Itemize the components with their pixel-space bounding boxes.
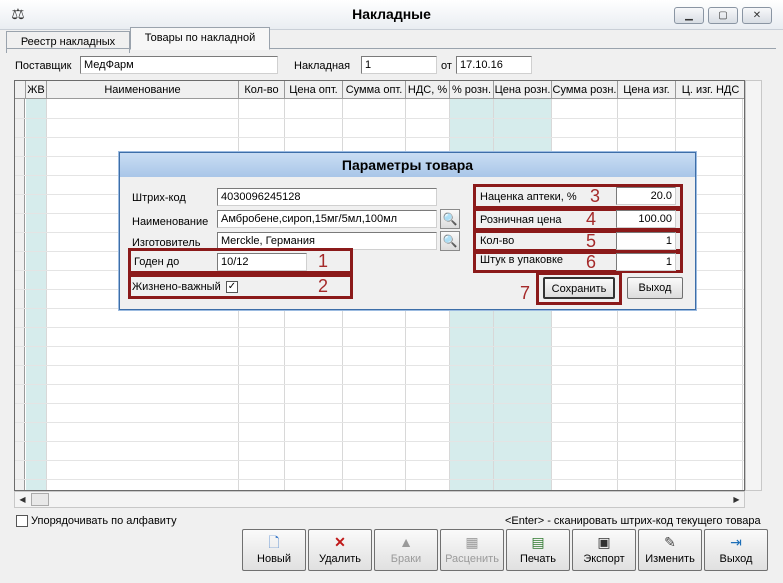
vital-checkbox[interactable]: ✓ xyxy=(226,281,238,293)
minimize-icon[interactable]: ▁ xyxy=(674,7,704,24)
column-header[interactable]: Цена изг. xyxy=(618,81,676,99)
scroll-left-icon[interactable]: ◀ xyxy=(15,492,30,507)
defects-icon: ▲ xyxy=(399,534,413,550)
sort-alphabet-checkbox[interactable] xyxy=(16,515,28,527)
edit-icon: ✎ xyxy=(664,534,676,550)
annotation-number: 5 xyxy=(586,231,597,251)
column-header[interactable]: % розн. xyxy=(450,81,494,99)
annotation-number: 7 xyxy=(520,283,531,303)
delete-button[interactable]: ✕ Удалить xyxy=(308,529,372,571)
delete-icon: ✕ xyxy=(334,534,346,550)
export-icon: ▣ xyxy=(597,534,611,550)
edit-button[interactable]: ✎ Изменить xyxy=(638,529,702,571)
dialog-title: Параметры товара xyxy=(120,153,695,177)
printer-icon: ▤ xyxy=(531,534,545,550)
column-header[interactable]: Сумма опт. xyxy=(343,81,406,99)
new-document-icon: 🗋 xyxy=(268,534,280,550)
product-name-label: Наименование xyxy=(132,216,209,228)
vital-column-fill xyxy=(26,99,46,490)
dialog-exit-button[interactable]: Выход xyxy=(627,277,683,299)
reprice-button[interactable]: ▦ Расценить xyxy=(440,529,504,571)
markup-label: Наценка аптеки, % xyxy=(480,191,577,203)
horizontal-scrollbar[interactable]: ◀ ▶ xyxy=(14,491,745,508)
tab-invoice-goods[interactable]: Товары по накладной xyxy=(130,27,270,50)
date-from-label: от xyxy=(441,60,452,72)
units-per-pack-label: Штук в упаковке xyxy=(480,254,564,266)
tab-invoice-registry[interactable]: Реестр накладных xyxy=(6,31,130,53)
table-header: ЖВ Наименование Кол-во Цена опт. Сумма о… xyxy=(15,81,744,99)
column-header[interactable]: Ц. изг. НДС xyxy=(676,81,744,99)
save-button[interactable]: Сохранить xyxy=(543,277,615,299)
annotation-number: 2 xyxy=(318,276,329,296)
print-button[interactable]: ▤ Печать xyxy=(506,529,570,571)
new-button[interactable]: 🗋 Новый xyxy=(242,529,306,571)
supplier-label: Поставщик xyxy=(15,60,72,72)
reprice-icon: ▦ xyxy=(465,534,479,550)
column-header[interactable]: ЖВ xyxy=(26,81,47,99)
search-icon[interactable]: 🔍 xyxy=(440,209,460,229)
invoice-number-field[interactable]: 1 xyxy=(361,56,437,74)
retail-price-label: Розничная цена xyxy=(480,214,562,226)
expiry-label: Годен до xyxy=(134,256,180,268)
invoice-label: Накладная xyxy=(294,60,351,72)
expiry-field[interactable]: 10/12 xyxy=(217,253,307,271)
supplier-field[interactable]: МедФарм xyxy=(80,56,278,74)
column-header[interactable]: Цена опт. xyxy=(285,81,343,99)
close-icon[interactable]: ✕ xyxy=(742,7,772,24)
tab-divider xyxy=(6,48,776,49)
vital-label: Жизнено-важный xyxy=(132,281,221,293)
column-header[interactable]: Кол-во xyxy=(239,81,285,99)
maximize-icon[interactable]: ▢ xyxy=(708,7,738,24)
column-header[interactable]: Цена розн. xyxy=(494,81,552,99)
product-name-field[interactable]: Амбробене,сироп,15мг/5мл,100мл xyxy=(217,210,437,228)
exit-button[interactable]: ⇥ Выход xyxy=(704,529,768,571)
annotation-number: 4 xyxy=(586,209,597,229)
units-per-pack-field[interactable]: 1 xyxy=(616,253,676,271)
markup-field[interactable]: 20.0 xyxy=(616,187,676,205)
row-indicator-column xyxy=(15,99,25,490)
product-params-dialog: Параметры товара Штрих-код 4030096245128… xyxy=(119,152,696,310)
retail-price-field[interactable]: 100.00 xyxy=(616,210,676,228)
export-button[interactable]: ▣ Экспорт xyxy=(572,529,636,571)
annotation-number: 6 xyxy=(586,252,597,272)
window-title: Накладные xyxy=(352,6,431,22)
search-icon[interactable]: 🔍 xyxy=(440,231,460,251)
sort-alphabet-label: Упорядочивать по алфавиту xyxy=(31,515,177,527)
defects-button[interactable]: ▲ Браки xyxy=(374,529,438,571)
column-header[interactable]: Наименование xyxy=(47,81,239,99)
column-header[interactable]: НДС, % xyxy=(406,81,450,99)
annotation-number: 3 xyxy=(590,186,601,206)
barcode-field[interactable]: 4030096245128 xyxy=(217,188,437,206)
scroll-right-icon[interactable]: ▶ xyxy=(729,492,744,507)
scroll-thumb[interactable] xyxy=(31,493,49,506)
quantity-field[interactable]: 1 xyxy=(616,232,676,250)
column-header[interactable]: Сумма розн. xyxy=(552,81,618,99)
exit-icon: ⇥ xyxy=(730,534,742,550)
quantity-label: Кол-во xyxy=(480,235,515,247)
title-bar: ⚖ Накладные ▁ ▢ ✕ xyxy=(0,0,783,30)
invoice-date-field[interactable]: 17.10.16 xyxy=(456,56,532,74)
barcode-label: Штрих-код xyxy=(132,192,186,204)
annotation-number: 1 xyxy=(318,251,329,271)
vertical-scrollbar[interactable] xyxy=(745,80,762,491)
scan-hint: <Enter> - сканировать штрих-код текущего… xyxy=(505,515,761,527)
